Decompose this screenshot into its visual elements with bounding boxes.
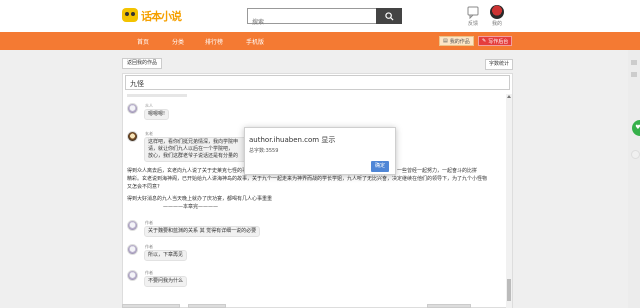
dialog-title: author.ihuaben.com 显示 <box>249 136 336 144</box>
dialog-message: 总字数:3559 <box>249 148 279 154</box>
ok-button[interactable]: 确定 <box>371 161 389 172</box>
alert-dialog: author.ihuaben.com 显示 总字数:3559 确定 <box>244 127 396 175</box>
dialog-overlay: author.ihuaben.com 显示 总字数:3559 确定 <box>0 0 640 308</box>
